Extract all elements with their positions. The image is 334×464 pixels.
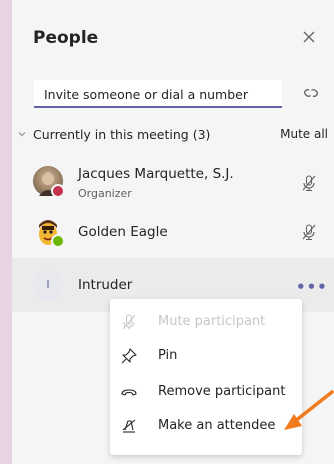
menu-item-label: Make an attendee <box>158 418 276 433</box>
hang-up-icon <box>121 389 137 396</box>
menu-item-make-attendee[interactable]: Make an attendee <box>110 411 302 441</box>
meeting-section-header[interactable]: Currently in this meeting (3) Mute all <box>12 124 334 146</box>
menu-item-label: Remove participant <box>158 384 286 399</box>
section-label: Currently in this meeting (3) <box>33 127 211 142</box>
status-busy-indicator <box>51 184 65 198</box>
chevron-down-icon <box>18 132 26 137</box>
participant-row[interactable]: Jacques Marquette, S.J. Organizer <box>12 156 334 210</box>
menu-item-label: Mute participant <box>158 314 266 329</box>
avatar: I <box>33 270 63 300</box>
participant-name: Golden Eagle <box>78 224 168 240</box>
mic-off-icon <box>122 314 136 330</box>
invite-input[interactable] <box>34 80 282 108</box>
menu-item-mute-participant[interactable]: Mute participant <box>110 307 302 337</box>
mic-off-icon[interactable] <box>300 223 318 241</box>
menu-item-label: Pin <box>158 348 178 363</box>
close-icon[interactable] <box>302 30 316 44</box>
menu-item-remove-participant[interactable]: Remove participant <box>110 377 302 407</box>
mic-off-icon[interactable] <box>300 174 318 192</box>
link-icon[interactable] <box>302 85 320 101</box>
participant-name: Intruder <box>78 277 133 293</box>
annotation-arrow-icon <box>284 390 334 430</box>
participant-name: Jacques Marquette, S.J. <box>78 166 234 182</box>
avatar <box>33 216 65 248</box>
participant-role: Organizer <box>78 187 132 200</box>
status-available-indicator <box>51 234 65 248</box>
more-options-icon[interactable]: ••• <box>296 278 328 296</box>
participant-row[interactable]: Golden Eagle <box>12 204 334 258</box>
attendee-icon <box>122 419 136 433</box>
mute-all-button[interactable]: Mute all <box>280 127 328 141</box>
participant-context-menu: Mute participant Pin Remove participant … <box>110 299 302 455</box>
pin-icon <box>121 348 137 364</box>
menu-item-pin[interactable]: Pin <box>110 341 302 371</box>
avatar <box>33 166 65 198</box>
avatar-initial: I <box>46 278 50 291</box>
panel-title: People <box>33 28 99 48</box>
